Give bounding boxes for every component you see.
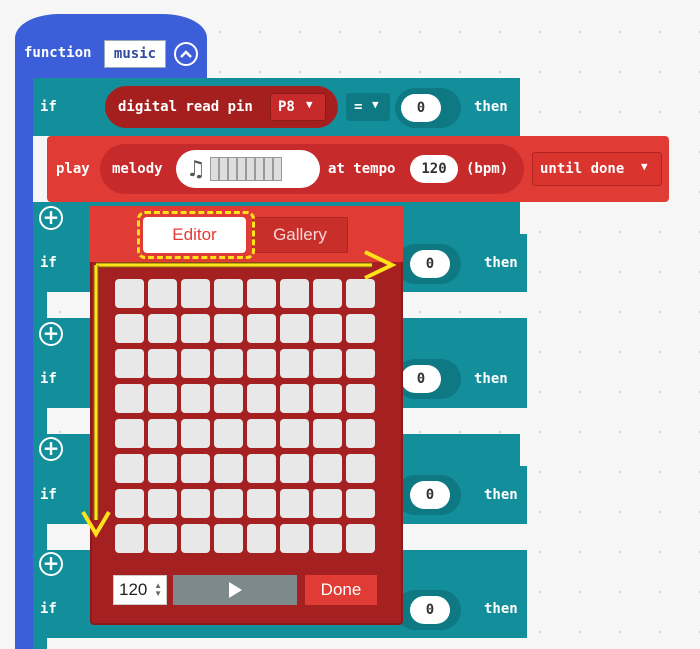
vertical-arrow [81,265,111,538]
horizontal-arrow [96,250,397,280]
annotation-arrows [81,250,397,538]
